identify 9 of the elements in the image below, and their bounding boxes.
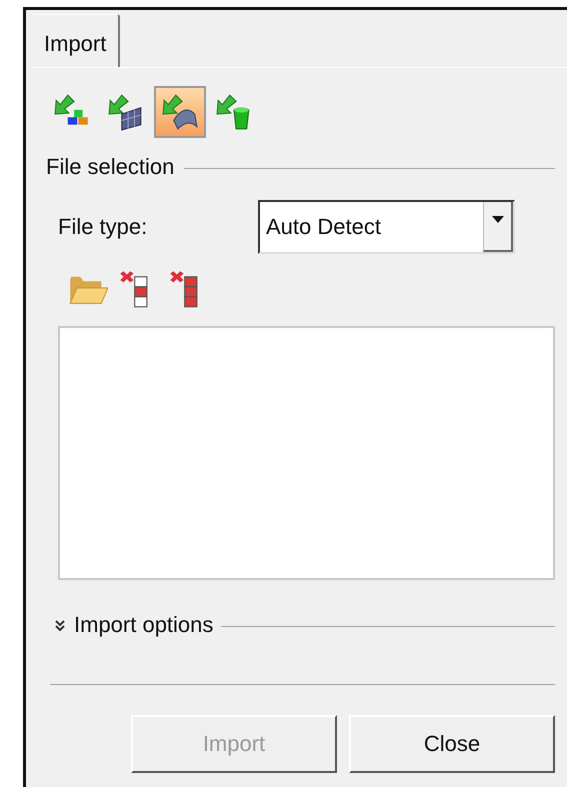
section-title[interactable]: Import options xyxy=(74,612,214,638)
section-title: File selection xyxy=(46,154,174,180)
surface-import-button[interactable] xyxy=(154,86,206,138)
file-type-label: File type: xyxy=(58,214,148,240)
arrow-surface-icon xyxy=(161,93,199,131)
caret-icon xyxy=(492,216,504,223)
file-type-dropdown[interactable]: Auto Detect xyxy=(258,200,515,254)
close-button[interactable]: Close xyxy=(349,715,555,773)
import-tab[interactable]: Import xyxy=(32,14,120,67)
